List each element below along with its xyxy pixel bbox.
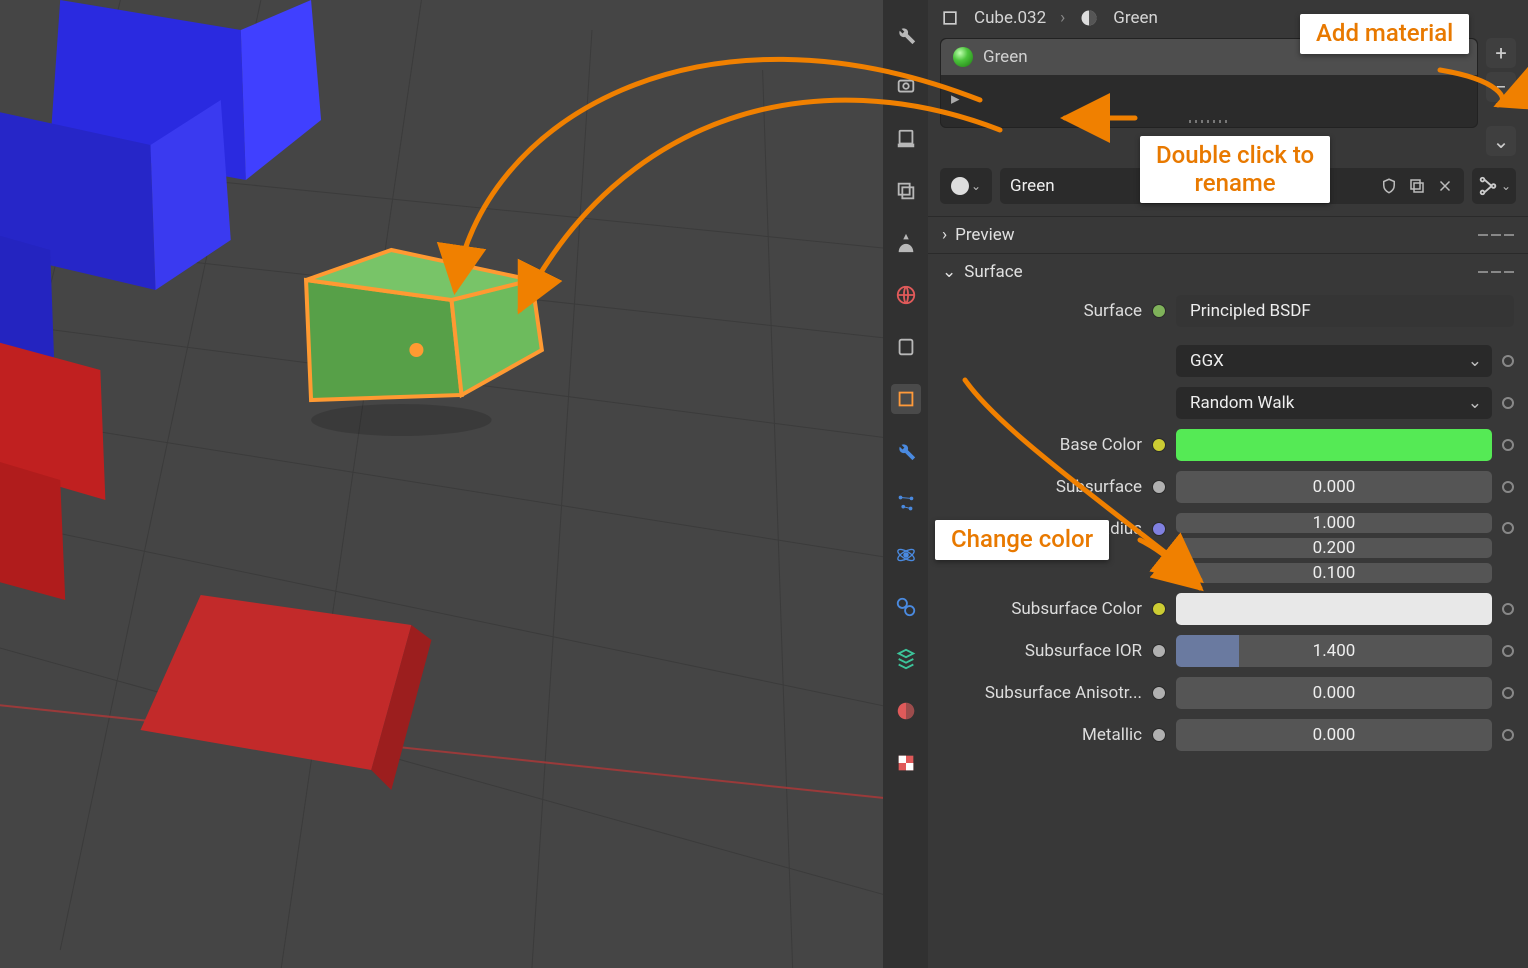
material-preview-sphere bbox=[953, 47, 973, 67]
subsurface-aniso-field[interactable]: 0.000 bbox=[1176, 677, 1492, 709]
subsurface-radius-y[interactable]: 0.200 bbox=[1176, 538, 1492, 558]
subsurface-ior-field[interactable]: 1.400 bbox=[1176, 635, 1492, 667]
value-socket[interactable] bbox=[1152, 480, 1166, 494]
viewport-3d[interactable] bbox=[0, 0, 883, 968]
color-socket[interactable] bbox=[1152, 602, 1166, 616]
breadcrumb-material: Green bbox=[1113, 8, 1158, 28]
prop-label: Surface bbox=[942, 301, 1142, 321]
material-icon bbox=[1079, 8, 1099, 28]
animate-button[interactable] bbox=[1502, 481, 1514, 493]
prop-label: Base Color bbox=[942, 435, 1142, 455]
node-tree-button[interactable]: ⌄ bbox=[1472, 168, 1516, 204]
subsurface-radius-x[interactable]: 1.000 bbox=[1176, 513, 1492, 533]
animate-button[interactable] bbox=[1502, 439, 1514, 451]
chevron-right-icon: › bbox=[942, 225, 947, 245]
chevron-right-icon: › bbox=[1060, 8, 1065, 28]
texture-tab[interactable] bbox=[891, 748, 921, 778]
prop-label: Subsurface Color bbox=[942, 599, 1142, 619]
section-title: Preview bbox=[955, 225, 1014, 245]
animate-button[interactable] bbox=[1502, 603, 1514, 615]
chevron-down-icon: ⌄ bbox=[942, 262, 956, 282]
animate-button[interactable] bbox=[1502, 687, 1514, 699]
shader-socket[interactable] bbox=[1152, 304, 1166, 318]
preview-section-header[interactable]: › Preview bbox=[928, 216, 1528, 253]
shield-icon[interactable] bbox=[1380, 177, 1398, 195]
subsurface-color-field[interactable] bbox=[1176, 593, 1492, 625]
properties-tab-strip bbox=[883, 0, 928, 968]
subsurface-method-select[interactable]: Random Walk bbox=[1176, 387, 1492, 419]
object-tab[interactable] bbox=[891, 384, 921, 414]
material-name-field[interactable]: Green bbox=[1000, 168, 1464, 204]
red-cube bbox=[140, 595, 431, 790]
value-socket[interactable] bbox=[1152, 728, 1166, 742]
mesh-tab[interactable] bbox=[891, 644, 921, 674]
material-specials-menu[interactable]: ⌄ bbox=[1486, 126, 1516, 156]
material-properties-panel: Cube.032 › Green Green ▸ + − ⌄ bbox=[928, 0, 1528, 968]
drag-icon bbox=[1478, 234, 1514, 236]
modifier-tab[interactable] bbox=[891, 436, 921, 466]
prop-label: Subsurface Radius bbox=[942, 513, 1142, 539]
prop-label: Subsurface IOR bbox=[942, 641, 1142, 661]
animate-button[interactable] bbox=[1502, 397, 1514, 409]
material-tab[interactable] bbox=[891, 696, 921, 726]
vector-socket[interactable] bbox=[1152, 522, 1166, 536]
prop-label: Metallic bbox=[942, 725, 1142, 745]
drag-icon bbox=[1478, 271, 1514, 273]
section-title: Surface bbox=[964, 262, 1022, 282]
prop-label: Subsurface bbox=[942, 477, 1142, 497]
tool-tab[interactable] bbox=[891, 20, 921, 50]
add-material-slot-button[interactable]: + bbox=[1486, 38, 1516, 68]
object-icon bbox=[940, 8, 960, 28]
shader-select[interactable]: Principled BSDF bbox=[1176, 295, 1514, 327]
resize-handle[interactable] bbox=[941, 115, 1477, 127]
physics-tab[interactable] bbox=[891, 540, 921, 570]
selected-cube-green[interactable] bbox=[306, 250, 542, 436]
breadcrumb: Cube.032 › Green bbox=[928, 0, 1528, 36]
animate-button[interactable] bbox=[1502, 522, 1514, 534]
distribution-select[interactable]: GGX bbox=[1176, 345, 1492, 377]
value-socket[interactable] bbox=[1152, 686, 1166, 700]
metallic-field[interactable]: 0.000 bbox=[1176, 719, 1492, 751]
value-socket[interactable] bbox=[1152, 644, 1166, 658]
collection-tab[interactable] bbox=[891, 332, 921, 362]
material-slot-list[interactable]: Green ▸ bbox=[940, 38, 1478, 128]
render-tab[interactable] bbox=[891, 72, 921, 102]
animate-button[interactable] bbox=[1502, 729, 1514, 741]
subsurface-radius-z[interactable]: 0.100 bbox=[1176, 563, 1492, 583]
unlink-icon[interactable] bbox=[1436, 177, 1454, 195]
constraint-tab[interactable] bbox=[891, 592, 921, 622]
base-color-field[interactable] bbox=[1176, 429, 1492, 461]
subsurface-field[interactable]: 0.000 bbox=[1176, 471, 1492, 503]
node-icon bbox=[1477, 175, 1499, 197]
color-socket[interactable] bbox=[1152, 438, 1166, 452]
material-slot[interactable]: Green bbox=[941, 39, 1477, 75]
duplicate-icon[interactable] bbox=[1408, 177, 1426, 195]
remove-material-slot-button[interactable]: − bbox=[1486, 72, 1516, 102]
animate-button[interactable] bbox=[1502, 645, 1514, 657]
surface-section-header[interactable]: ⌄ Surface bbox=[928, 253, 1528, 290]
world-tab[interactable] bbox=[891, 280, 921, 310]
breadcrumb-object: Cube.032 bbox=[974, 8, 1046, 28]
viewlayer-tab[interactable] bbox=[891, 176, 921, 206]
scene-tab[interactable] bbox=[891, 228, 921, 258]
material-browse-dropdown[interactable]: ⌄ bbox=[940, 168, 992, 204]
expand-slot-icon[interactable]: ▸ bbox=[941, 83, 1477, 115]
material-slot-name: Green bbox=[983, 47, 1028, 67]
output-tab[interactable] bbox=[891, 124, 921, 154]
prop-label: Subsurface Anisotr... bbox=[942, 683, 1142, 703]
animate-button[interactable] bbox=[1502, 355, 1514, 367]
particle-tab[interactable] bbox=[891, 488, 921, 518]
